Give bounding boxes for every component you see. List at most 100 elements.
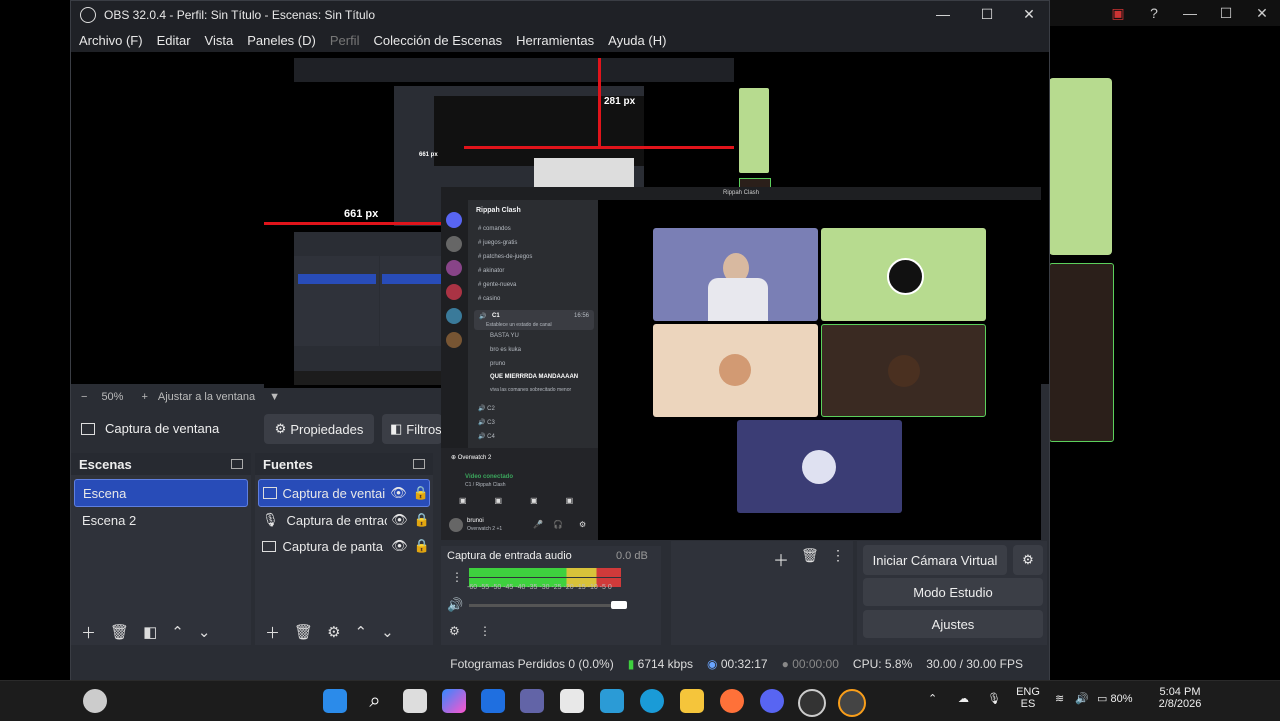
source-item[interactable]: 🎙 Captura de entrac 👁 🔒 — [258, 507, 430, 533]
more-icon[interactable]: ⋮ — [451, 570, 463, 584]
video-tile[interactable] — [821, 228, 986, 321]
menu-herramientas[interactable]: Herramientas — [516, 33, 594, 48]
voice-user[interactable]: BASTA YU — [490, 333, 519, 339]
server-icon[interactable] — [446, 260, 462, 276]
add-icon[interactable]: ＋ — [265, 622, 280, 643]
voice-channel[interactable]: 🔊 C4 — [478, 433, 495, 440]
edge-icon[interactable] — [640, 689, 664, 713]
scene-item[interactable]: Escena 2 — [74, 507, 248, 533]
lock-icon[interactable]: 🔒 — [414, 512, 430, 528]
gear-icon[interactable]: ⚙ — [1013, 545, 1043, 575]
battery-indicator[interactable]: ▭ 80% — [1097, 692, 1133, 705]
add-icon[interactable]: ＋ — [773, 547, 789, 571]
menu-archivo[interactable]: Archivo (F) — [79, 33, 143, 48]
source-item[interactable]: Captura de panta 👁 🔒 — [258, 533, 430, 559]
maximize-icon[interactable]: ☐ — [1208, 5, 1244, 22]
voice-user[interactable]: QUE MIERRRDA MANDAAAAN — [490, 374, 578, 380]
task-view-icon[interactable] — [403, 689, 427, 713]
trash-icon[interactable]: 🗑 — [110, 623, 129, 641]
avatar[interactable] — [449, 518, 463, 532]
eye-icon[interactable]: 👁 — [391, 512, 408, 528]
server-name[interactable]: Rippah Clash — [476, 207, 521, 214]
source-item[interactable]: Captura de ventai 👁 🔒 — [258, 479, 430, 507]
server-icon[interactable] — [446, 332, 462, 348]
headset-icon[interactable]: 🎧 — [553, 520, 563, 529]
settings-button[interactable]: Ajustes — [863, 610, 1043, 638]
obs-icon[interactable] — [798, 689, 826, 717]
chevron-down-icon[interactable]: ⌄ — [198, 623, 211, 641]
channel-item[interactable]: # patches-de-juegos — [478, 254, 532, 260]
minimize-icon[interactable]: — — [921, 1, 965, 28]
add-icon[interactable]: ＋ — [81, 622, 96, 643]
call-controls[interactable]: ▣▣▣▣ — [459, 496, 601, 505]
minimize-icon[interactable]: — — [1172, 5, 1208, 21]
video-tile[interactable] — [821, 324, 986, 417]
trash-icon[interactable]: 🗑 — [801, 547, 819, 564]
voice-user[interactable]: bro es kuka — [490, 347, 521, 353]
voice-user[interactable]: pruno — [490, 361, 505, 367]
lock-icon[interactable]: 🔒 — [414, 538, 430, 554]
zoom-fit-select[interactable]: Ajustar a la ventana — [158, 391, 255, 403]
eye-icon[interactable]: 👁 — [391, 538, 408, 554]
clock[interactable]: 5:04 PM 2/8/2026 — [1150, 686, 1210, 710]
volume-slider[interactable] — [469, 604, 621, 607]
gear-icon[interactable]: ⚙ — [327, 623, 340, 641]
channel-item[interactable]: # comandos — [478, 226, 511, 232]
video-tile[interactable] — [653, 324, 818, 417]
trash-icon[interactable]: 🗑 — [294, 623, 313, 641]
video-tile[interactable] — [653, 228, 818, 321]
undock-icon[interactable] — [413, 459, 425, 469]
search-icon[interactable]: ⌕ — [363, 689, 387, 713]
maximize-icon[interactable]: ☐ — [965, 1, 1009, 28]
mic-icon[interactable]: 🎤 — [533, 520, 543, 529]
video-tile[interactable] — [737, 420, 902, 513]
scene-item[interactable]: Escena — [74, 479, 248, 507]
more-icon[interactable]: ⋮ — [479, 624, 491, 638]
server-icon[interactable] — [446, 284, 462, 300]
menu-paneles[interactable]: Paneles (D) — [247, 33, 316, 48]
filter-icon[interactable]: ◧ — [143, 623, 157, 641]
voice-channel[interactable]: 🔊 C2 — [478, 405, 495, 412]
wifi-icon[interactable]: ≋ — [1055, 692, 1064, 705]
server-icon[interactable] — [446, 212, 462, 228]
speaker-icon[interactable]: 🔊 — [1075, 692, 1089, 705]
studio-mode-button[interactable]: Modo Estudio — [863, 578, 1043, 606]
cloud-icon[interactable]: ☁ — [958, 692, 969, 705]
virtual-camera-button[interactable]: Iniciar Cámara Virtual — [863, 545, 1007, 575]
undock-icon[interactable] — [231, 459, 243, 469]
gear-icon[interactable]: ⚙ — [579, 520, 586, 529]
background-window-icon[interactable]: ▣ — [1100, 5, 1136, 22]
speaker-icon[interactable]: 🔊 — [447, 597, 463, 613]
channel-item[interactable]: # juegos-gratis — [478, 240, 517, 246]
close-icon[interactable]: ✕ — [1007, 1, 1051, 28]
zoom-in-button[interactable]: + — [141, 391, 147, 403]
start-icon[interactable] — [323, 689, 347, 713]
eye-icon[interactable]: 👁 — [390, 485, 407, 501]
overwatch-icon[interactable] — [838, 689, 866, 717]
vscode-icon[interactable] — [481, 689, 505, 713]
copilot-icon[interactable] — [442, 689, 466, 713]
server-icon[interactable] — [446, 308, 462, 324]
menu-ayuda[interactable]: Ayuda (H) — [608, 33, 666, 48]
menu-editar[interactable]: Editar — [157, 33, 191, 48]
menu-perfil[interactable]: Perfil — [330, 33, 360, 48]
voice-user[interactable]: viva las comanes sobrecitado menor — [490, 387, 571, 393]
chevron-up-icon[interactable]: ⌃ — [928, 692, 937, 705]
zoom-out-button[interactable]: − — [81, 391, 87, 403]
channel-item[interactable]: # akinator — [478, 268, 504, 274]
app-icon[interactable] — [600, 689, 624, 713]
chevron-up-icon[interactable]: ⌃ — [171, 623, 184, 641]
mixer-settings-icon[interactable]: ⚙ — [449, 624, 460, 638]
help-icon[interactable]: ? — [1136, 5, 1172, 21]
language-indicator[interactable]: ENG ES — [1012, 686, 1044, 710]
firefox-icon[interactable] — [720, 689, 744, 713]
channel-item[interactable]: # casino — [478, 296, 500, 302]
menu-vista[interactable]: Vista — [205, 33, 234, 48]
volume-slider-handle[interactable] — [611, 601, 627, 609]
discord-icon[interactable] — [760, 689, 784, 713]
server-icon[interactable] — [446, 236, 462, 252]
folder-icon[interactable] — [680, 689, 704, 713]
close-icon[interactable]: ✕ — [1244, 5, 1280, 22]
filters-button[interactable]: ◧ Filtros — [382, 414, 442, 444]
menu-coleccion[interactable]: Colección de Escenas — [373, 33, 502, 48]
